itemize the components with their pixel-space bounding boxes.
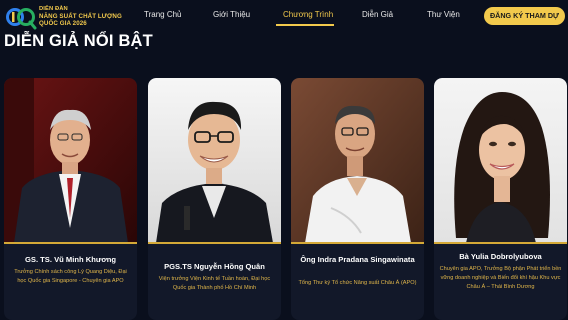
speaker-name: Bà Yulia Dobrolyubova xyxy=(459,252,542,261)
speaker-portrait-icon xyxy=(4,78,137,243)
nav-item-speakers[interactable]: Diễn Giả xyxy=(362,10,393,19)
speaker-portrait-icon xyxy=(291,78,424,243)
speaker-photo xyxy=(4,78,137,243)
speaker-name: PGS.TS Nguyễn Hồng Quân xyxy=(164,262,265,271)
logo-line-3: QUỐC GIA 2026 xyxy=(39,20,87,27)
speaker-name: GS. TS. Vũ Minh Khương xyxy=(24,255,117,264)
forum-logo[interactable]: DIỄN ĐÀN NĂNG SUẤT CHẤT LƯỢNG QUỐC GIA 2… xyxy=(6,4,136,30)
nav-item-program[interactable]: Chương Trình xyxy=(283,10,333,19)
speaker-description: Tổng Thư ký Tổ chức Năng suất Châu Á (AP… xyxy=(298,280,417,286)
nav-item-home[interactable]: Trang Chủ xyxy=(144,10,182,19)
speaker-card[interactable]: Bà Yulia Dobrolyubova Chuyên gia APO, Tr… xyxy=(434,78,567,320)
logo-line-2: NĂNG SUẤT CHẤT LƯỢNG xyxy=(39,13,122,20)
speaker-description: Trưởng Chính sách công Lý Quang Diệu, Đạ… xyxy=(14,269,127,284)
top-navbar: DIỄN ĐÀN NĂNG SUẤT CHẤT LƯỢNG QUỐC GIA 2… xyxy=(0,0,568,34)
section-title: DIỄN GIẢ NỔI BẬT xyxy=(4,32,153,50)
card-divider xyxy=(291,242,424,244)
speaker-photo xyxy=(434,78,567,243)
nav-item-about[interactable]: Giới Thiệu xyxy=(213,10,250,19)
speaker-portrait-icon xyxy=(434,78,567,243)
speaker-photo xyxy=(291,78,424,243)
logo-line-1: DIỄN ĐÀN xyxy=(39,6,68,12)
card-divider xyxy=(4,242,137,244)
speaker-description: Viện trưởng Viện Kinh tế Tuần hoàn, Đại … xyxy=(158,276,271,291)
speaker-photo xyxy=(148,78,281,243)
speaker-description: Chuyên gia APO, Trưởng Bộ phận Phát triể… xyxy=(439,266,562,290)
logo-mark-icon xyxy=(6,8,37,30)
logo-text: DIỄN ĐÀN NĂNG SUẤT CHẤT LƯỢNG QUỐC GIA 2… xyxy=(39,6,122,27)
card-divider xyxy=(148,242,281,244)
nav-item-library[interactable]: Thư Viện xyxy=(427,10,460,19)
speaker-portrait-icon xyxy=(148,78,281,243)
nav-active-underline xyxy=(276,24,334,26)
speaker-card[interactable]: GS. TS. Vũ Minh Khương Trưởng Chính sách… xyxy=(4,78,137,320)
speaker-card[interactable]: Ông Indra Pradana Singawinata Tổng Thư k… xyxy=(291,78,424,320)
register-button[interactable]: ĐĂNG KÝ THAM DỰ xyxy=(484,7,565,25)
speaker-name: Ông Indra Pradana Singawinata xyxy=(300,255,415,264)
card-divider xyxy=(434,242,567,244)
speaker-card[interactable]: PGS.TS Nguyễn Hồng Quân Viện trưởng Viện… xyxy=(148,78,281,320)
